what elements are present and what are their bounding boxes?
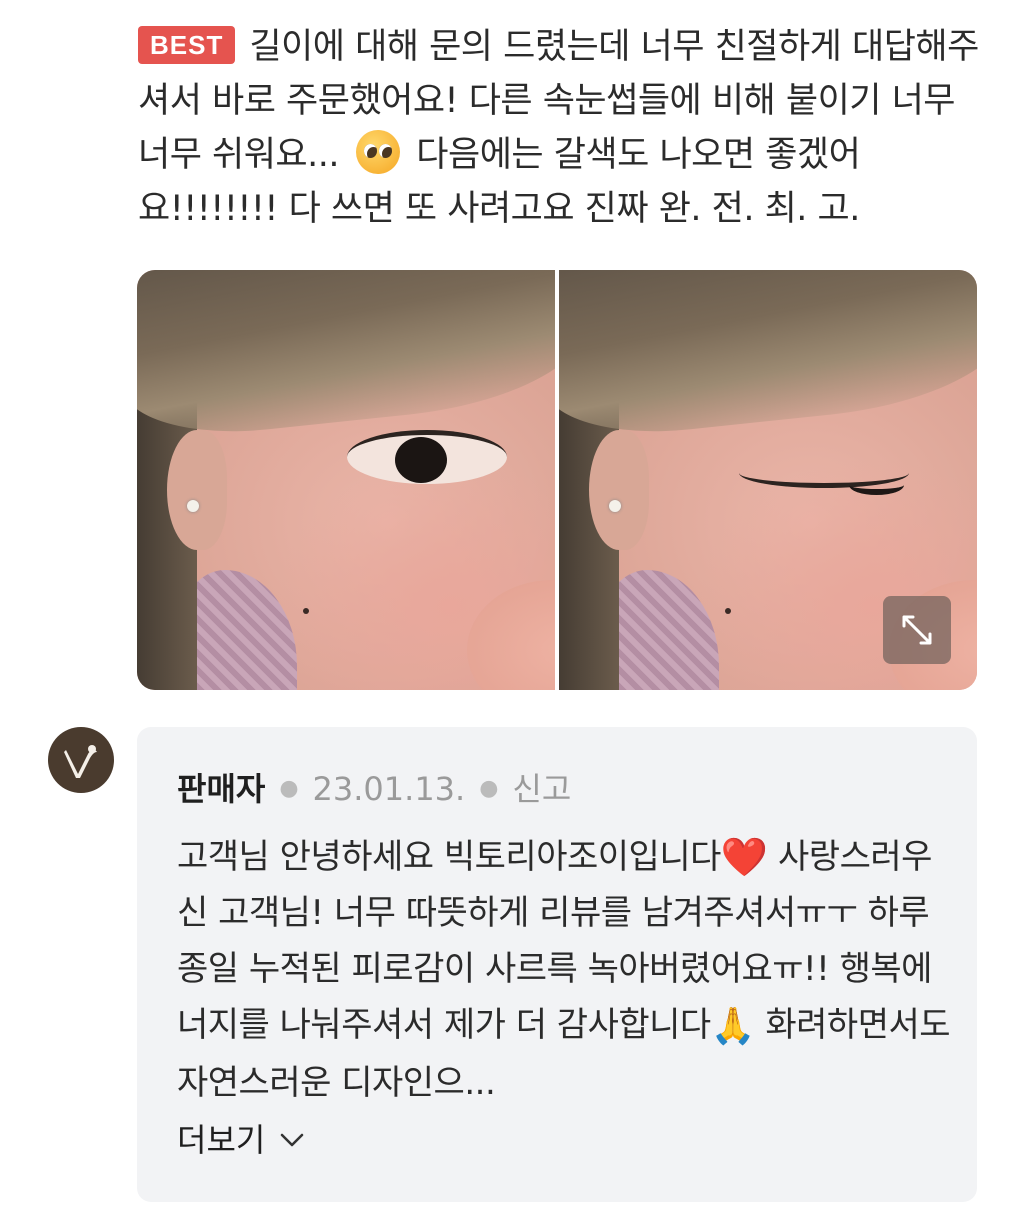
review-photo-eye-open[interactable]: [137, 270, 555, 690]
expand-arrows-icon: [902, 615, 932, 645]
reply-text-part1: 고객님 안녕하세요 빅토리아조이입니다: [177, 837, 721, 877]
expand-button[interactable]: [883, 596, 951, 664]
reply-author: 판매자: [177, 770, 266, 808]
more-button[interactable]: 더보기: [177, 1120, 307, 1160]
review-text: BEST 길이에 대해 문의 드렸는데 너무 친절하게 대답해주셔서 바로 주문했…: [138, 20, 988, 236]
avatar: [48, 727, 114, 793]
more-label: 더보기: [177, 1121, 266, 1159]
separator-dot: ●: [279, 776, 299, 801]
pleading-face-emoji: [355, 130, 400, 174]
reply-date: 23.01.13.: [312, 770, 466, 808]
seller-reply: 판매자 ● 23.01.13. ● 신고 고객님 안녕하세요 빅토리아조이입니다…: [137, 727, 977, 1202]
separator-dot: ●: [479, 776, 499, 801]
review-block: BEST 길이에 대해 문의 드렸는데 너무 친절하게 대답해주셔서 바로 주문했…: [138, 20, 988, 236]
reply-meta: 판매자 ● 23.01.13. ● 신고: [177, 769, 571, 809]
review-photo-gallery[interactable]: [137, 270, 977, 690]
reply-text: 고객님 안녕하세요 빅토리아조이입니다❤️ 사랑스러우신 고객님! 너무 따뜻하…: [177, 829, 957, 1111]
chevron-down-icon: [281, 1133, 304, 1147]
heart-emoji: ❤️: [720, 835, 768, 879]
seller-logo-icon: [64, 745, 97, 778]
report-link[interactable]: 신고: [512, 769, 571, 809]
pray-emoji: 🙏: [710, 1006, 756, 1047]
best-badge: BEST: [138, 26, 236, 64]
review-photo-eye-closed[interactable]: [559, 270, 977, 690]
